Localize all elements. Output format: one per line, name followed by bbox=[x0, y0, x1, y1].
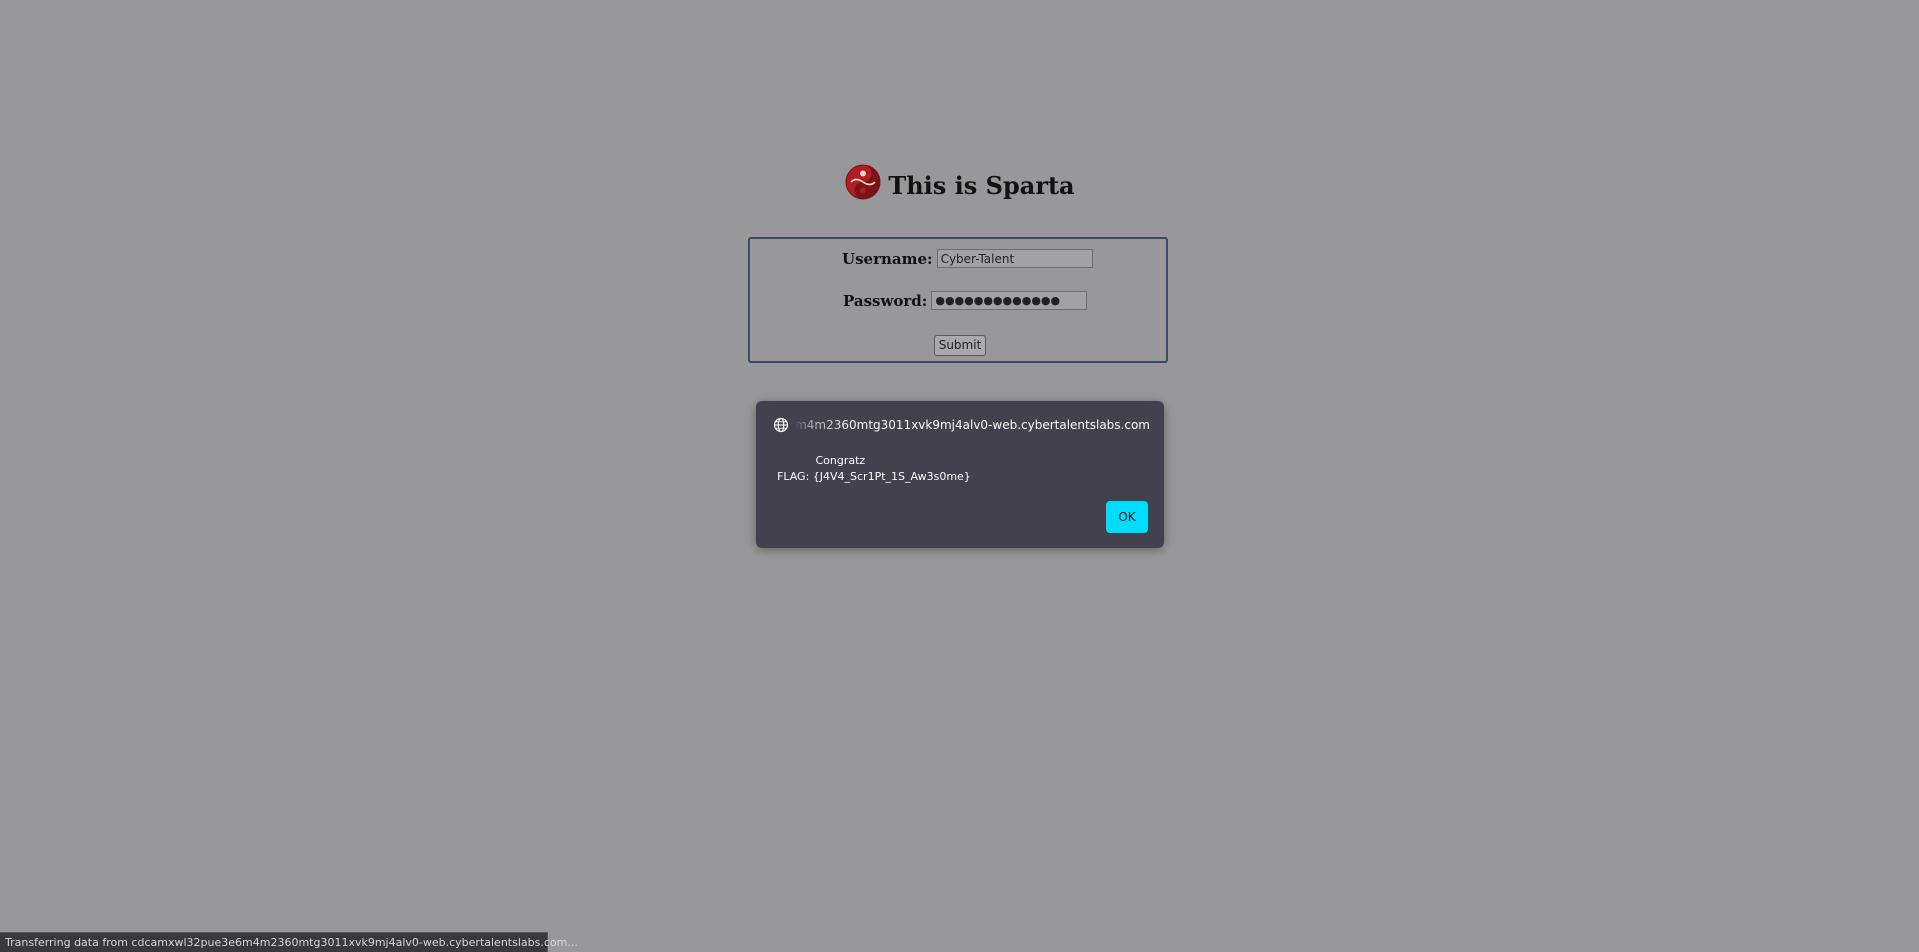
dialog-message: Congratz FLAG: {J4V4_Scr1Pt_1S_Aw3s0me} bbox=[777, 454, 971, 483]
password-label: Password: bbox=[843, 291, 928, 310]
status-bar: Transferring data from cdcamxwl32pue3e6m… bbox=[0, 932, 578, 952]
ok-button[interactable]: OK bbox=[1106, 501, 1148, 533]
password-input[interactable]: ●●●●●●●●●●●●● bbox=[931, 291, 1088, 310]
page: This is Sparta Username: Cyber-Talent Pa… bbox=[0, 0, 1919, 952]
login-form: Username: Cyber-Talent Password: ●●●●●●●… bbox=[748, 237, 1168, 363]
submit-button[interactable]: Submit bbox=[934, 335, 986, 356]
username-input[interactable]: Cyber-Talent bbox=[936, 249, 1093, 268]
dialog-origin: cdcamxwl32pue3e6m4m2360mtg3011xvk9mj4alv… bbox=[773, 417, 1150, 433]
dialog-origin-url: cdcamxwl32pue3e6m4m2360mtg3011xvk9mj4alv… bbox=[795, 418, 1150, 432]
page-title: This is Sparta bbox=[888, 170, 1075, 200]
username-row: Username: Cyber-Talent bbox=[842, 249, 1093, 268]
username-label: Username: bbox=[842, 249, 933, 268]
yin-yang-icon bbox=[845, 164, 881, 200]
password-row: Password: ●●●●●●●●●●●●● bbox=[843, 291, 1088, 310]
alert-dialog: cdcamxwl32pue3e6m4m2360mtg3011xvk9mj4alv… bbox=[756, 401, 1164, 548]
page-header: This is Sparta bbox=[0, 163, 1919, 201]
globe-icon bbox=[773, 417, 789, 433]
